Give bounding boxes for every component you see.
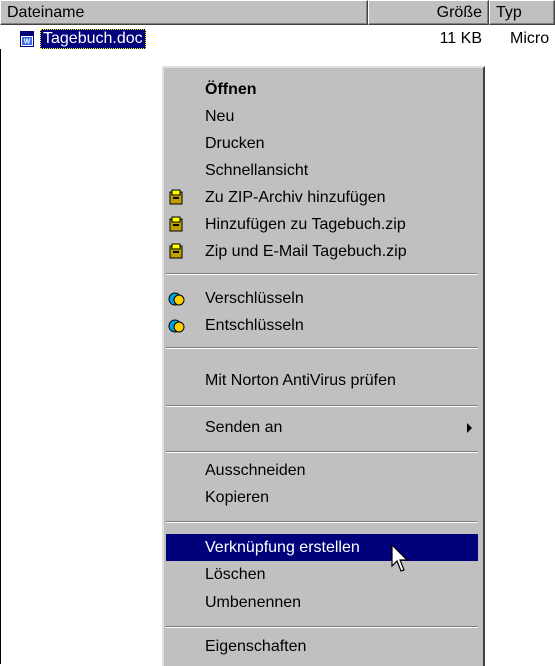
menu-item-label: Ausschneiden <box>205 462 306 479</box>
menu-item-send-to[interactable]: Senden an <box>166 414 478 441</box>
menu-separator <box>166 451 478 453</box>
menu-item-print[interactable]: Drucken <box>166 130 478 157</box>
menu-item-rename[interactable]: Umbenennen <box>166 589 478 616</box>
menu-separator <box>166 521 478 523</box>
menu-item-label: Eigenschaften <box>205 638 307 655</box>
winzip-icon <box>169 243 183 259</box>
menu-item-encrypt[interactable]: Verschlüsseln <box>166 285 478 312</box>
menu-item-zip-add[interactable]: Zu ZIP-Archiv hinzufügen <box>166 184 478 211</box>
menu-item-cut[interactable]: Ausschneiden <box>166 457 478 484</box>
svg-text:W: W <box>24 39 31 46</box>
file-type: Micro <box>510 30 550 47</box>
menu-item-properties[interactable]: Eigenschaften <box>166 633 478 660</box>
file-row[interactable]: W Tagebuch.doc 11 KB Micro <box>0 27 555 49</box>
menu-item-label: Drucken <box>205 135 265 152</box>
menu-item-quickview[interactable]: Schnellansicht <box>166 157 478 184</box>
menu-item-new[interactable]: Neu <box>166 103 478 130</box>
winzip-icon <box>169 189 183 205</box>
menu-item-label: Zip und E-Mail Tagebuch.zip <box>205 243 407 260</box>
menu-item-delete[interactable]: Löschen <box>166 561 478 588</box>
menu-item-label: Mit Norton AntiVirus prüfen <box>205 372 396 389</box>
menu-item-decrypt[interactable]: Entschlüsseln <box>166 312 478 339</box>
menu-item-open[interactable]: Öffnen <box>166 76 478 103</box>
mouse-cursor-icon <box>391 544 409 572</box>
menu-separator <box>166 405 478 407</box>
submenu-arrow-icon <box>467 423 472 433</box>
menu-separator <box>166 626 478 628</box>
list-border <box>0 49 1 664</box>
winzip-icon <box>169 216 183 232</box>
menu-item-label: Entschlüsseln <box>205 317 304 334</box>
menu-item-label: Umbenennen <box>205 594 302 611</box>
menu-item-label: Neu <box>205 108 235 125</box>
encryption-icon <box>168 319 185 333</box>
file-size: 11 KB <box>439 30 482 47</box>
menu-item-label: Zu ZIP-Archiv hinzufügen <box>205 189 386 206</box>
column-header-size[interactable]: Größe <box>368 0 489 25</box>
encryption-icon <box>168 292 185 306</box>
menu-item-label: Verknüpfung erstellen <box>205 539 360 556</box>
menu-item-label: Verschlüsseln <box>205 290 304 307</box>
menu-item-zip-add-to[interactable]: Hinzufügen zu Tagebuch.zip <box>166 211 478 238</box>
menu-item-label: Hinzufügen zu Tagebuch.zip <box>205 216 406 233</box>
menu-item-label: Öffnen <box>205 81 257 98</box>
menu-separator <box>166 347 478 349</box>
context-menu: Öffnen Neu Drucken Schnellansicht Zu ZIP… <box>162 66 485 666</box>
menu-item-zip-mail[interactable]: Zip und E-Mail Tagebuch.zip <box>166 238 478 265</box>
menu-separator <box>166 273 478 275</box>
column-header-name[interactable]: Dateiname <box>0 0 368 25</box>
menu-item-norton[interactable]: Mit Norton AntiVirus prüfen <box>166 367 478 394</box>
menu-item-label: Löschen <box>205 566 266 583</box>
menu-item-copy[interactable]: Kopieren <box>166 484 478 511</box>
word-document-icon: W <box>20 31 34 47</box>
column-header-bar: Dateiname Größe Typ <box>0 0 555 25</box>
menu-item-create-shortcut[interactable]: Verknüpfung erstellen <box>166 534 478 561</box>
menu-item-label: Schnellansicht <box>205 162 309 179</box>
menu-item-label: Kopieren <box>205 489 270 506</box>
column-header-type[interactable]: Typ <box>489 0 555 25</box>
menu-item-label: Senden an <box>205 419 283 436</box>
file-name[interactable]: Tagebuch.doc <box>40 29 146 49</box>
